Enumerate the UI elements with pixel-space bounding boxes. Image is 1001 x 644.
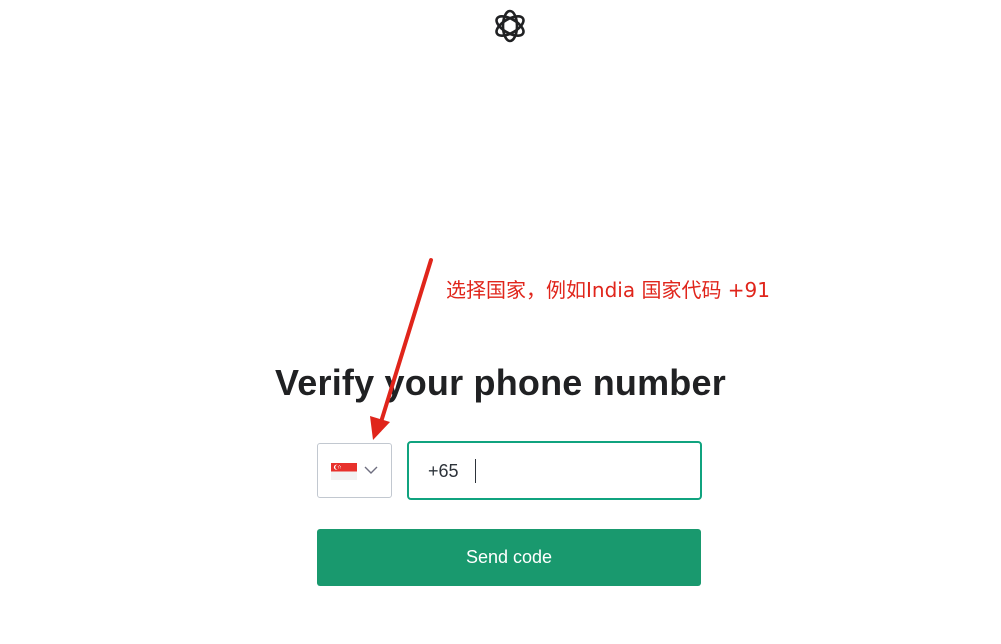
annotation-text: 选择国家，例如India 国家代码 +91 bbox=[446, 278, 771, 302]
chevron-down-icon bbox=[364, 466, 378, 474]
page-title: Verify your phone number bbox=[275, 362, 726, 403]
phone-input-value: +65 bbox=[428, 461, 459, 481]
text-caret bbox=[475, 459, 476, 483]
openai-logo-icon bbox=[495, 9, 525, 43]
phone-number-input[interactable]: +65 bbox=[407, 441, 702, 500]
country-code-select[interactable] bbox=[317, 443, 392, 498]
singapore-flag-icon bbox=[331, 463, 357, 480]
send-code-button[interactable]: Send code bbox=[317, 529, 701, 586]
